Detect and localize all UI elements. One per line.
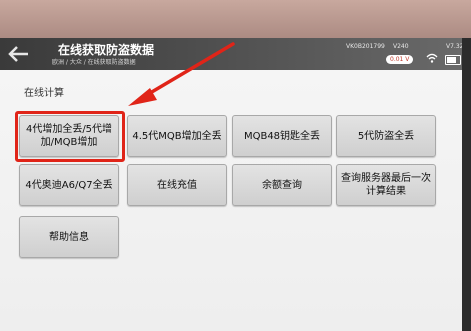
btn-gen5-all-keys-lost[interactable]: 5代防盗全丢: [336, 115, 436, 157]
device-bezel-top: [0, 0, 471, 42]
page-title: 在线获取防盗数据: [58, 43, 155, 57]
btn-balance-query[interactable]: 余额查询: [232, 164, 332, 206]
vin-label: VK0B201799: [346, 43, 385, 50]
battery-icon: [445, 55, 461, 65]
btn-mqb48-all-keys-lost[interactable]: MQB48钥匙全丢: [232, 115, 332, 157]
btn-gen45-mqb-all-keys-lost[interactable]: 4.5代MQB增加全丢: [127, 115, 227, 157]
highlight-box: [15, 111, 125, 162]
back-icon[interactable]: [6, 42, 32, 66]
btn-help-info[interactable]: 帮助信息: [19, 216, 119, 258]
app-header: 在线获取防盗数据 欧洲 / 大众 / 在线获取防盗数据 VK0B201799 V…: [0, 38, 471, 70]
btn-gen4-audi-a6-q7[interactable]: 4代奥迪A6/Q7全丢: [19, 164, 119, 206]
version-extra-label: V7.32: [446, 43, 464, 50]
breadcrumb: 欧洲 / 大众 / 在线获取防盗数据: [52, 59, 136, 66]
voltage-badge: 0.01 V: [386, 55, 414, 64]
btn-last-result-query[interactable]: 查询服务器最后一次计算结果: [336, 164, 436, 206]
version-label: V240: [393, 43, 409, 50]
side-strip: [462, 38, 471, 331]
section-title: 在线计算: [24, 88, 64, 99]
wifi-icon: [426, 53, 438, 66]
btn-online-recharge[interactable]: 在线充值: [127, 164, 227, 206]
